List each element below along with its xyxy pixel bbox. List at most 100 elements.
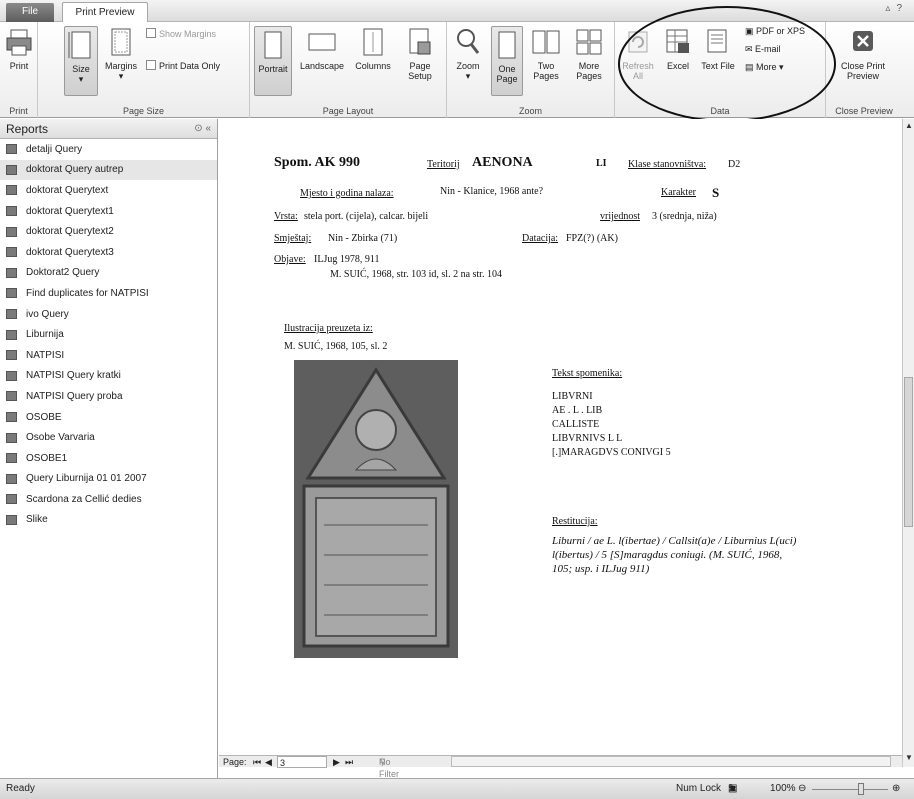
window-controls[interactable]: ▵?	[885, 3, 908, 14]
report-icon	[6, 412, 17, 423]
export-pdf-xps-button[interactable]: ▣ PDF or XPS	[745, 26, 805, 37]
status-ready: Ready	[6, 783, 35, 794]
nav-report-item[interactable]: Doktorat2 Query	[0, 263, 217, 284]
nav-report-item[interactable]: Find duplicates for NATPISI	[0, 283, 217, 304]
nav-report-label: NATPISI Query proba	[26, 390, 123, 402]
nav-report-item[interactable]: detalji Query	[0, 139, 217, 160]
group-data-label: Data	[710, 106, 730, 116]
nav-report-item[interactable]: Slike	[0, 510, 217, 531]
no-filter-label: No Filter	[379, 757, 399, 779]
nav-report-item[interactable]: doktorat Query autrep	[0, 159, 217, 181]
export-text-file-button[interactable]: Text File	[701, 26, 735, 71]
zoom-out-icon[interactable]: ⊖	[798, 779, 806, 799]
ilustracija-label: Ilustracija preuzeta iz:	[284, 323, 373, 334]
export-excel-button[interactable]: Excel	[661, 26, 695, 71]
email-button[interactable]: ✉ E-mail	[745, 44, 781, 55]
portrait-button[interactable]: Portrait	[254, 26, 292, 96]
nav-report-item[interactable]: Query Liburnija 01 01 2007	[0, 469, 217, 490]
nav-report-item[interactable]: doktorat Querytext	[0, 180, 217, 201]
group-close-preview-label: Close Preview	[835, 106, 893, 116]
navigation-pane: Reports ⊙ « detalji Query doktorat Query …	[0, 119, 218, 778]
two-pages-icon	[532, 30, 560, 54]
design-view-icon[interactable]: ✎	[728, 779, 736, 799]
nav-report-label: doktorat Querytext3	[26, 246, 114, 258]
mjesto-label: Mjesto i godina nalaza:	[300, 188, 394, 199]
nav-report-item[interactable]: NATPISI	[0, 345, 217, 366]
nav-report-item[interactable]: doktorat Querytext1	[0, 201, 217, 222]
record-navigator: Page: ⏮ ◀ 3 ▶ ⏭ ⚲ No Filter	[219, 755, 902, 779]
tab-file[interactable]: File	[6, 3, 54, 22]
nav-report-item[interactable]: OSOBE1	[0, 448, 217, 469]
report-icon	[6, 267, 17, 278]
inscription-line: AE . L . LIB	[552, 405, 603, 416]
magnifier-icon	[457, 29, 480, 54]
dropdown-arrow-icon: ▾	[465, 71, 471, 81]
two-pages-button[interactable]: Two Pages	[529, 26, 563, 81]
nav-report-item[interactable]: OSOBE	[0, 407, 217, 428]
refresh-icon	[628, 31, 648, 53]
print-data-only-checkbox[interactable]: Print Data Only	[146, 60, 220, 71]
more-label: More	[756, 62, 777, 72]
smjestaj-label: Smještaj:	[274, 233, 312, 244]
nav-report-item[interactable]: doktorat Querytext2	[0, 221, 217, 242]
minimize-ribbon-icon[interactable]: ▵	[885, 3, 896, 14]
refresh-all-button[interactable]: Refresh All	[621, 26, 655, 81]
nav-report-item[interactable]: NATPISI Query kratki	[0, 366, 217, 387]
nav-report-item[interactable]: Liburnija	[0, 324, 217, 345]
nav-report-item[interactable]: NATPISI Query proba	[0, 386, 217, 407]
scroll-thumb[interactable]	[904, 377, 913, 527]
nav-pane-controls[interactable]: ⊙ «	[194, 119, 211, 139]
scroll-down-icon[interactable]: ▼	[905, 753, 913, 762]
zoom-in-icon[interactable]: ⊕	[892, 779, 900, 799]
close-print-preview-button[interactable]: Close Print Preview	[832, 26, 894, 81]
page-setup-button[interactable]: Page Setup	[400, 26, 440, 81]
first-page-icon[interactable]: ⏮	[253, 756, 261, 768]
inscription-line: [.]MARAGDVS CONIVGI 5	[552, 447, 671, 458]
vrijednost-value: 3 (srednja, niža)	[652, 211, 717, 222]
page-number-field[interactable]: 3	[277, 756, 327, 768]
zoom-slider-thumb[interactable]	[858, 783, 864, 795]
size-button[interactable]: Size ▾	[64, 26, 98, 96]
dropdown-arrow-icon: ▾	[78, 74, 84, 84]
more-pages-button[interactable]: More Pages	[569, 26, 609, 81]
one-page-button[interactable]: One Page	[491, 26, 523, 96]
zoom-slider[interactable]	[812, 789, 888, 790]
group-print: Print Print	[0, 22, 38, 118]
help-icon[interactable]: ?	[896, 3, 908, 14]
nav-report-label: doktorat Query autrep	[26, 164, 124, 176]
nav-report-label: Slike	[26, 514, 48, 526]
tab-print-preview[interactable]: Print Preview	[62, 2, 148, 23]
scroll-up-icon[interactable]: ▲	[905, 121, 913, 130]
print-button[interactable]: Print	[3, 26, 35, 71]
horizontal-scrollbar[interactable]	[451, 756, 891, 767]
next-page-icon[interactable]: ▶	[333, 756, 340, 768]
landscape-button[interactable]: Landscape	[296, 26, 348, 71]
nav-pane-title: Reports	[6, 122, 49, 136]
vertical-scrollbar[interactable]: ▲ ▼	[902, 119, 914, 767]
zoom-button[interactable]: Zoom ▾	[451, 26, 485, 81]
prev-page-icon[interactable]: ◀	[265, 756, 272, 768]
text-file-label: Text File	[701, 61, 735, 71]
report-icon	[6, 206, 17, 217]
last-page-icon[interactable]: ⏭	[345, 756, 353, 768]
printer-icon	[6, 29, 32, 56]
nav-pane-header[interactable]: Reports ⊙ «	[0, 119, 217, 139]
nav-report-item[interactable]: ivo Query	[0, 304, 217, 325]
one-page-icon	[498, 31, 516, 59]
collapse-icon[interactable]: «	[205, 123, 211, 134]
columns-button[interactable]: Columns	[352, 26, 394, 71]
report-icon	[6, 309, 17, 320]
report-icon	[6, 350, 17, 361]
nav-report-item[interactable]: Osobe Varvaria	[0, 427, 217, 448]
code-value: LI	[596, 158, 607, 169]
inscription-line: LIBVRNIVS L L	[552, 433, 623, 444]
more-export-button[interactable]: ▤ More ▾	[745, 62, 784, 73]
chevron-down-icon[interactable]: ⊙	[194, 123, 202, 134]
nav-report-item[interactable]: doktorat Querytext3	[0, 242, 217, 263]
show-margins-checkbox[interactable]: Show Margins	[146, 28, 216, 39]
margins-button[interactable]: Margins ▾	[102, 26, 140, 81]
tekst-label: Tekst spomenika:	[552, 368, 623, 379]
nav-report-item[interactable]: Scardona za Cellić dedies	[0, 489, 217, 510]
show-margins-label: Show Margins	[159, 29, 217, 39]
restitucija-label: Restitucija:	[552, 516, 598, 527]
